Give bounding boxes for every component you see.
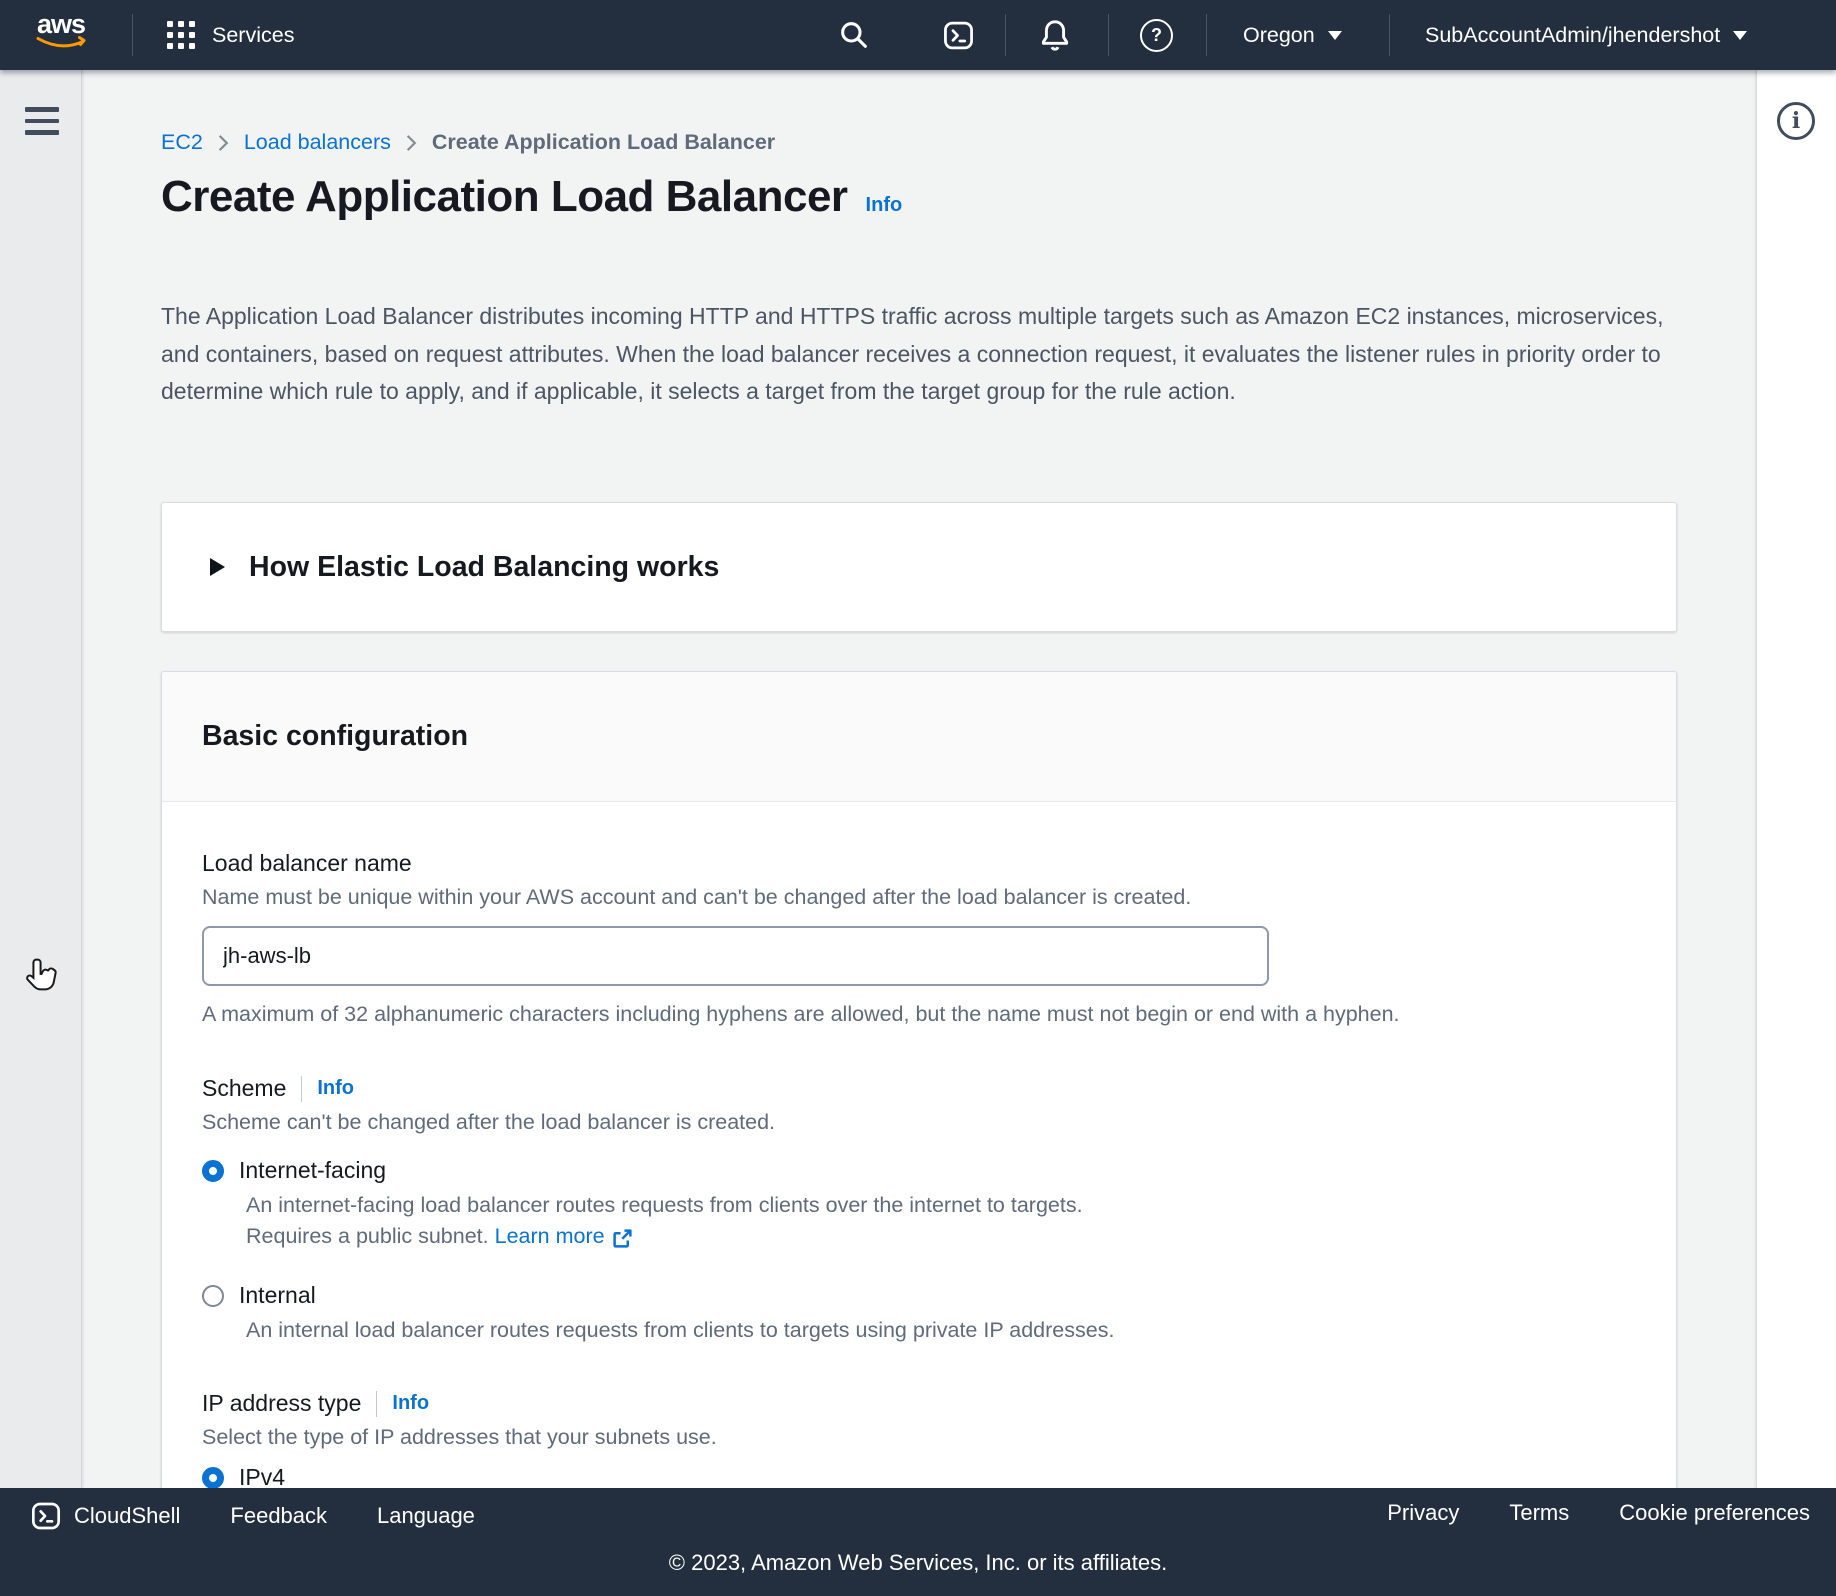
help-icon: ? <box>1140 19 1173 52</box>
option-description-text: Requires a public subnet. <box>246 1224 489 1248</box>
notifications-bell-icon <box>1038 17 1072 53</box>
ip-address-type-info-link[interactable]: Info <box>392 1392 429 1415</box>
scheme-option-internal: Internal <box>202 1282 1636 1309</box>
radio-label: IPv4 <box>239 1464 285 1488</box>
footer-left: CloudShell Feedback Language <box>30 1500 475 1532</box>
radio-label: Internal <box>239 1282 316 1309</box>
ip-address-type-label-row: IP address type Info <box>202 1390 1636 1417</box>
scheme-option-internet-facing: Internet-facing <box>202 1157 1636 1184</box>
scheme-internet-facing-radio[interactable] <box>202 1160 224 1182</box>
cloudshell-nav-button[interactable] <box>942 0 975 70</box>
nav-divider <box>132 14 133 56</box>
learn-more-label: Learn more <box>495 1221 605 1252</box>
scheme-internal-description: An internal load balancer routes request… <box>246 1315 1636 1346</box>
cloudshell-terminal-icon <box>942 19 975 52</box>
how-elb-works-expander[interactable]: How Elastic Load Balancing works <box>161 502 1677 632</box>
main-content: EC2 Load balancers Create Application Lo… <box>83 70 1756 1488</box>
scheme-info-link[interactable]: Info <box>317 1077 354 1100</box>
option-description-line: An internal load balancer routes request… <box>246 1315 1636 1346</box>
footer: CloudShell Feedback Language Privacy Ter… <box>0 1488 1836 1596</box>
search-button[interactable] <box>838 0 870 70</box>
field-label: Scheme <box>202 1075 286 1102</box>
search-icon <box>838 19 870 51</box>
account-label: SubAccountAdmin/jhendershot <box>1425 23 1720 48</box>
radio-label: Internet-facing <box>239 1157 386 1184</box>
page-info-link[interactable]: Info <box>866 194 903 217</box>
scheme-internal-radio[interactable] <box>202 1285 224 1307</box>
feedback-button[interactable]: Feedback <box>230 1503 327 1529</box>
field-description: Name must be unique within your AWS acco… <box>202 885 1636 910</box>
aws-console-page: aws Services <box>0 0 1836 1596</box>
services-grid-icon <box>167 21 195 49</box>
field-constraint: A maximum of 32 alphanumeric characters … <box>202 1002 1636 1027</box>
copyright-text: © 2023, Amazon Web Services, Inc. or its… <box>0 1550 1836 1576</box>
chevron-down-icon <box>1733 31 1747 40</box>
expander-title: How Elastic Load Balancing works <box>249 551 719 584</box>
field-label: IP address type <box>202 1390 361 1417</box>
basic-configuration-title: Basic configuration <box>202 720 468 753</box>
breadcrumb-chevron-icon <box>218 134 229 152</box>
external-link-icon <box>612 1228 633 1249</box>
ip-address-type-field: IP address type Info Select the type of … <box>202 1390 1636 1488</box>
nav-divider <box>1108 14 1109 56</box>
load-balancer-name-field: Load balancer name Name must be unique w… <box>202 850 1636 1027</box>
field-label: Load balancer name <box>202 850 1636 877</box>
page-title: Create Application Load Balancer <box>161 172 848 222</box>
notifications-button[interactable] <box>1038 0 1072 70</box>
scheme-internet-facing-description: An internet-facing load balancer routes … <box>246 1190 1636 1252</box>
info-glyph: i <box>1792 110 1800 132</box>
language-button[interactable]: Language <box>377 1503 475 1529</box>
option-description-line: Requires a public subnet. Learn more <box>246 1221 1636 1252</box>
region-label: Oregon <box>1243 23 1315 48</box>
load-balancer-name-input[interactable] <box>202 926 1269 986</box>
learn-more-link[interactable]: Learn more <box>495 1221 633 1252</box>
services-label: Services <box>212 23 294 48</box>
ipv4-radio[interactable] <box>202 1467 224 1489</box>
basic-configuration-card: Basic configuration Load balancer name N… <box>161 671 1677 1488</box>
cookie-preferences-link[interactable]: Cookie preferences <box>1619 1500 1810 1526</box>
nav-divider <box>1389 14 1390 56</box>
sidebar-collapsed <box>0 70 82 1488</box>
help-button[interactable]: ? <box>1140 0 1173 70</box>
breadcrumb-current: Create Application Load Balancer <box>432 130 775 155</box>
terms-link[interactable]: Terms <box>1509 1500 1569 1526</box>
aws-logo-text: aws <box>33 9 89 39</box>
field-description: Select the type of IP addresses that you… <box>202 1425 1636 1450</box>
breadcrumb-chevron-icon <box>406 134 417 152</box>
scheme-label-row: Scheme Info <box>202 1075 1636 1102</box>
help-glyph: ? <box>1151 25 1162 46</box>
page-title-row: Create Application Load Balancer Info <box>161 172 902 222</box>
top-navigation: aws Services <box>0 0 1836 70</box>
region-selector[interactable]: Oregon <box>1243 0 1342 70</box>
breadcrumb: EC2 Load balancers Create Application Lo… <box>161 130 775 155</box>
account-menu[interactable]: SubAccountAdmin/jhendershot <box>1425 0 1747 70</box>
basic-configuration-header: Basic configuration <box>162 672 1676 802</box>
breadcrumb-link-ec2[interactable]: EC2 <box>161 130 203 155</box>
page-description: The Application Load Balancer distribute… <box>161 298 1677 411</box>
cloudshell-label: CloudShell <box>74 1503 180 1529</box>
nav-divider <box>1206 14 1207 56</box>
services-menu-button[interactable]: Services <box>167 0 294 70</box>
privacy-link[interactable]: Privacy <box>1387 1500 1459 1526</box>
footer-right: Privacy Terms Cookie preferences <box>1387 1500 1810 1526</box>
label-divider <box>376 1391 377 1417</box>
nav-divider <box>1005 14 1006 56</box>
scheme-field: Scheme Info Scheme can't be changed afte… <box>202 1075 1636 1346</box>
menu-icon[interactable] <box>25 107 59 135</box>
aws-logo[interactable]: aws <box>33 9 89 49</box>
cloudshell-button[interactable]: CloudShell <box>30 1500 180 1532</box>
chevron-down-icon <box>1328 31 1342 40</box>
info-panel-icon[interactable]: i <box>1777 102 1815 140</box>
ip-option-ipv4: IPv4 <box>202 1464 1636 1488</box>
basic-configuration-body: Load balancer name Name must be unique w… <box>162 802 1676 1488</box>
cloudshell-terminal-icon <box>30 1500 62 1532</box>
help-panel-collapsed: i <box>1756 70 1836 1488</box>
breadcrumb-link-load-balancers[interactable]: Load balancers <box>244 130 391 155</box>
option-description-line: An internet-facing load balancer routes … <box>246 1190 1636 1221</box>
disclosure-triangle-icon <box>210 558 225 576</box>
field-description: Scheme can't be changed after the load b… <box>202 1110 1636 1135</box>
label-divider <box>301 1076 302 1102</box>
